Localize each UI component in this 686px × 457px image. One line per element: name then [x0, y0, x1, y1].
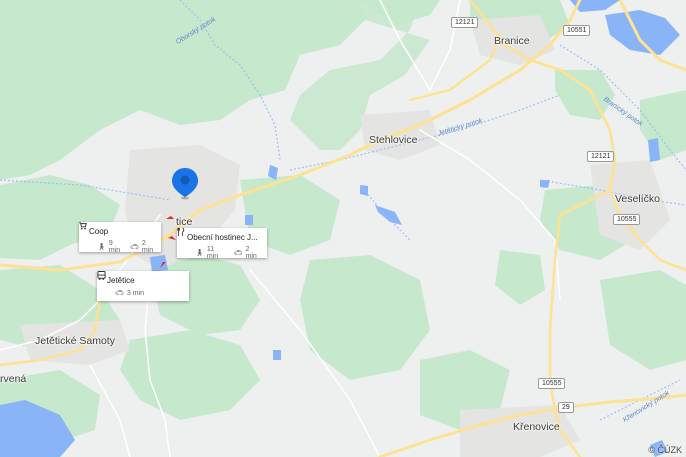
poi-card-bus-stop[interactable]: Jetětice 🚗︎ 3 min: [97, 271, 189, 301]
road-shield: 12121: [451, 17, 479, 28]
road-shield: 10555: [538, 378, 566, 389]
poi-name: Coop: [89, 227, 109, 236]
poi-name: Obecní hostinec J...: [187, 233, 258, 242]
drive-time: 3 min: [126, 289, 145, 297]
poi-name: Jetětice: [107, 276, 135, 285]
place-label-stehlovice: Stehlovice: [369, 134, 418, 146]
walk-time: 9 min: [108, 240, 121, 254]
walk-icon: 🚶︎: [195, 250, 204, 257]
car-icon: 🚗︎: [130, 244, 139, 251]
place-label-veselicko: Veselíčko: [615, 193, 660, 205]
poi-card-coop[interactable]: Coop 🚶︎ 9 min 🚗︎ 2 min: [79, 222, 161, 254]
place-label-branice: Branice: [494, 35, 530, 47]
road-shield: 29: [558, 402, 574, 413]
drive-time: 2 min: [245, 246, 257, 260]
place-label-krenovice: Křenovice: [513, 421, 560, 433]
walk-time: 11 min: [206, 246, 219, 260]
poi-card-restaurant[interactable]: Obecní hostinec J... 🚶︎ 11 min 🚗︎ 2 min: [177, 228, 267, 260]
place-label-cervena: rvená: [0, 373, 27, 385]
place-label-jetetice: tice: [176, 216, 193, 228]
road-shield: 12121: [587, 151, 615, 162]
copyright-label: © ČÚZK: [648, 445, 682, 455]
place-label-jeteticke-samoty: Jetětické Samoty: [35, 335, 115, 347]
car-icon: 🚗︎: [115, 290, 124, 297]
walk-icon: 🚶︎: [97, 244, 106, 251]
drive-time: 2 min: [141, 240, 154, 254]
car-icon: 🚗︎: [233, 250, 243, 257]
road-shield: 10551: [563, 25, 591, 36]
road-shield: 10555: [613, 214, 641, 225]
map-canvas[interactable]: Branice Stehlovice Veselíčko tice Jetěti…: [0, 0, 686, 457]
